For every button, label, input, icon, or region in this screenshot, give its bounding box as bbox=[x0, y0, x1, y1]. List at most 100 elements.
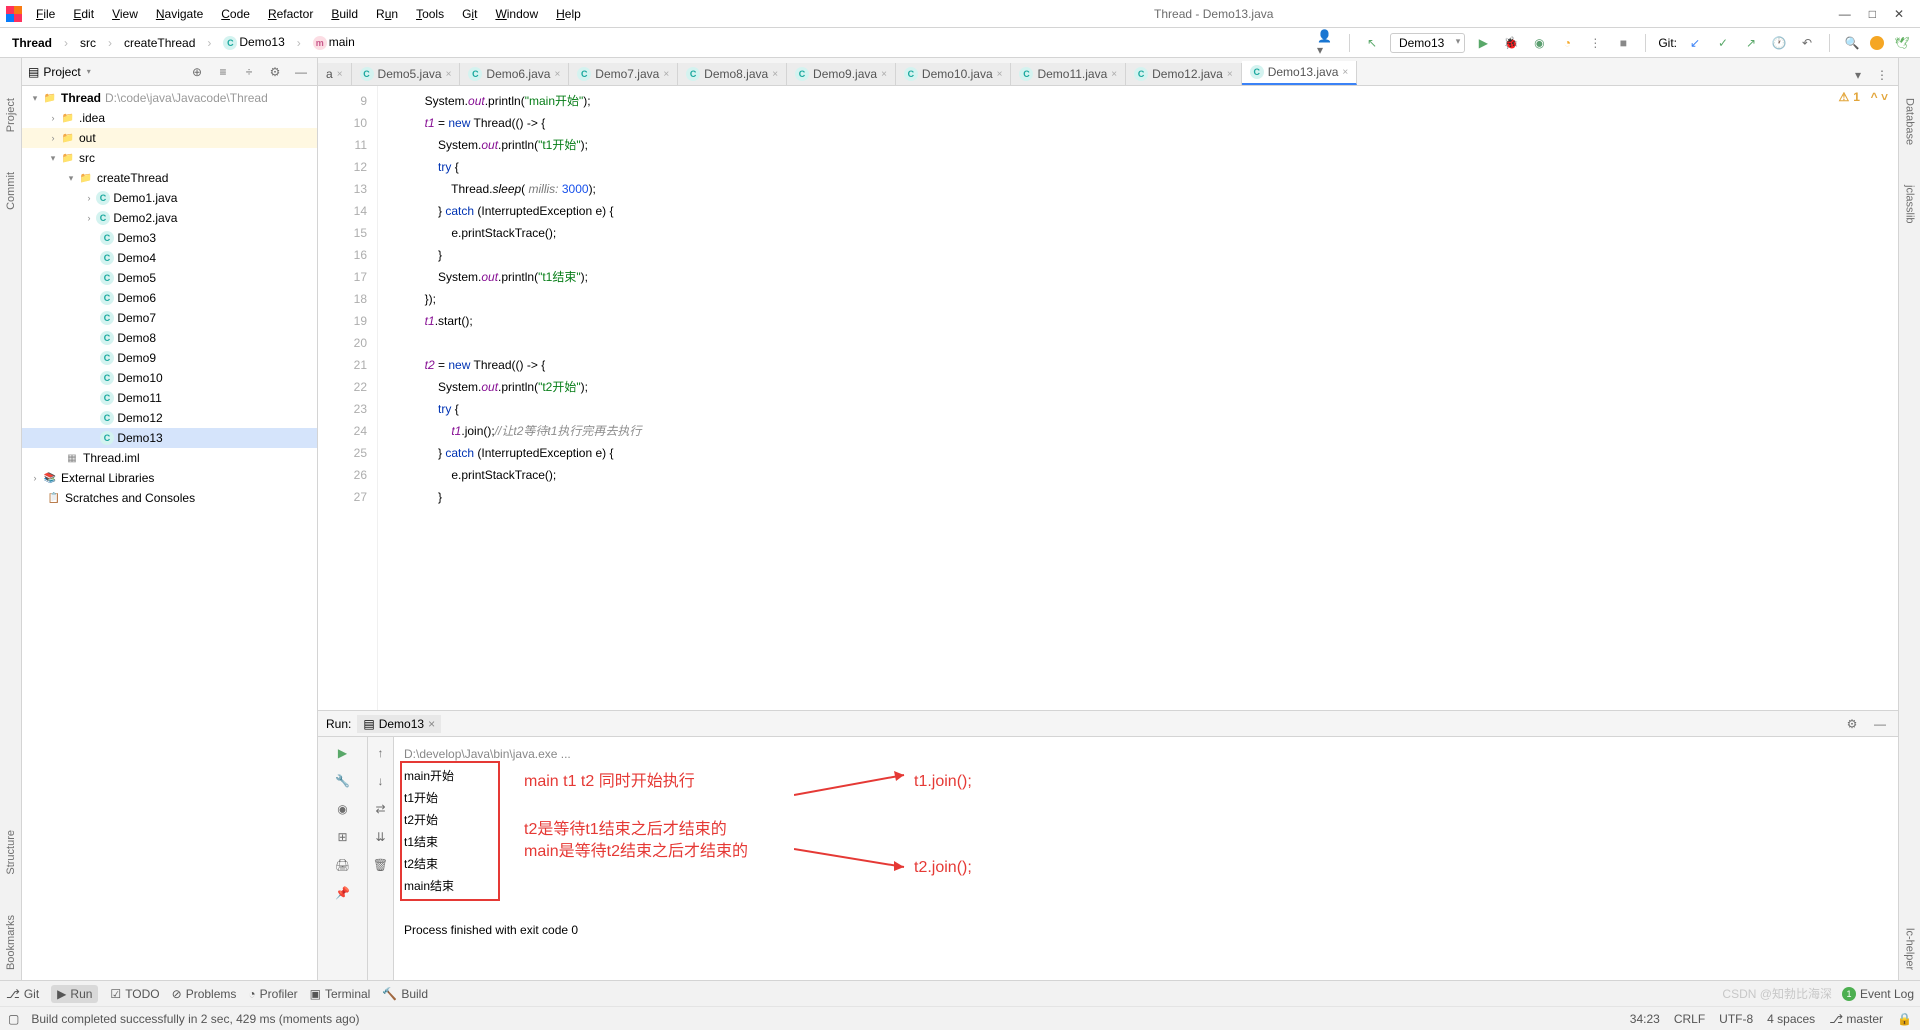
close-icon[interactable]: × bbox=[1227, 69, 1233, 80]
breadcrumb-src[interactable]: src bbox=[76, 34, 100, 52]
status-lock-icon[interactable]: 🔒 bbox=[1897, 1012, 1912, 1026]
close-icon[interactable]: ✕ bbox=[1894, 7, 1904, 21]
btab-eventlog[interactable]: 1 Event Log bbox=[1842, 985, 1914, 1002]
menu-view[interactable]: View bbox=[104, 5, 146, 23]
status-icon[interactable]: ▢ bbox=[8, 1012, 19, 1026]
tree-file[interactable]: C Demo8 bbox=[22, 328, 317, 348]
btab-profiler[interactable]: ◔ Profiler bbox=[248, 987, 297, 1001]
btab-git[interactable]: ⎇ Git bbox=[6, 987, 39, 1001]
stripe-structure[interactable]: Structure bbox=[5, 830, 17, 875]
menu-code[interactable]: Code bbox=[213, 5, 258, 23]
btab-build[interactable]: 🔨 Build bbox=[382, 987, 428, 1001]
tree-file[interactable]: ›C Demo2.java bbox=[22, 208, 317, 228]
menu-navigate[interactable]: Navigate bbox=[148, 5, 211, 23]
menu-tools[interactable]: Tools bbox=[408, 5, 452, 23]
tab[interactable]: CDemo5.java× bbox=[352, 63, 461, 85]
git-push-icon[interactable]: ↗ bbox=[1741, 33, 1761, 53]
back-icon[interactable]: ↖ bbox=[1362, 33, 1382, 53]
tree-ext-lib[interactable]: ›📚External Libraries bbox=[22, 468, 317, 488]
run-tab[interactable]: ▤ Demo13 × bbox=[357, 715, 441, 733]
close-icon[interactable]: × bbox=[997, 69, 1003, 80]
tree-file[interactable]: C Demo5 bbox=[22, 268, 317, 288]
close-icon[interactable]: × bbox=[554, 69, 560, 80]
stripe-ichelper[interactable]: lc-helper bbox=[1904, 928, 1916, 970]
status-indent[interactable]: 4 spaces bbox=[1767, 1012, 1815, 1026]
hide-icon[interactable]: — bbox=[291, 62, 311, 82]
stripe-jclasslib[interactable]: jclasslib bbox=[1904, 185, 1916, 224]
tree-out[interactable]: ›📁out bbox=[22, 128, 317, 148]
status-pos[interactable]: 34:23 bbox=[1630, 1012, 1660, 1026]
tree-pkg[interactable]: ▾📁createThread bbox=[22, 168, 317, 188]
scroll-icon[interactable]: ⇊ bbox=[371, 827, 391, 847]
tree-file[interactable]: ›C Demo1.java bbox=[22, 188, 317, 208]
stripe-database[interactable]: Database bbox=[1904, 98, 1916, 145]
tree-file[interactable]: C Demo9 bbox=[22, 348, 317, 368]
status-branch[interactable]: ⎇ master bbox=[1829, 1012, 1883, 1026]
git-commit-icon[interactable]: ✓ bbox=[1713, 33, 1733, 53]
tree-iml[interactable]: ▦Thread.iml bbox=[22, 448, 317, 468]
select-opened-icon[interactable]: ⊕ bbox=[187, 62, 207, 82]
btab-terminal[interactable]: ▣ Terminal bbox=[310, 987, 371, 1001]
tools-icon[interactable]: 🔧 bbox=[333, 771, 353, 791]
tree-file[interactable]: C Demo4 bbox=[22, 248, 317, 268]
menu-window[interactable]: Window bbox=[487, 5, 546, 23]
search-icon[interactable]: 🔍 bbox=[1842, 33, 1862, 53]
menu-edit[interactable]: Edit bbox=[65, 5, 102, 23]
tab[interactable]: CDemo8.java× bbox=[678, 63, 787, 85]
user-icon[interactable]: 👤▾ bbox=[1317, 33, 1337, 53]
tab[interactable]: CDemo10.java× bbox=[896, 63, 1012, 85]
profile-icon[interactable]: ◔ bbox=[1557, 33, 1577, 53]
breadcrumb-class[interactable]: CDemo13 bbox=[219, 33, 288, 52]
tree-file-active[interactable]: C Demo13 bbox=[22, 428, 317, 448]
menu-file[interactable]: File bbox=[28, 5, 63, 23]
btab-todo[interactable]: ☑ TODO bbox=[110, 987, 159, 1001]
tab[interactable]: CDemo9.java× bbox=[787, 63, 896, 85]
tab[interactable]: CDemo7.java× bbox=[569, 63, 678, 85]
menu-git[interactable]: Git bbox=[454, 5, 485, 23]
tab[interactable]: CDemo11.java× bbox=[1011, 63, 1126, 85]
filter-icon[interactable]: ◉ bbox=[333, 799, 353, 819]
menu-refactor[interactable]: Refactor bbox=[260, 5, 321, 23]
maximize-icon[interactable]: □ bbox=[1869, 7, 1876, 21]
close-icon[interactable]: × bbox=[772, 69, 778, 80]
stripe-bookmarks[interactable]: Bookmarks bbox=[5, 915, 17, 970]
warnings-indicator[interactable]: ⚠ 1 ^ ˅ bbox=[1839, 90, 1888, 104]
menu-run[interactable]: Run bbox=[368, 5, 406, 23]
tree-src[interactable]: ▾📁src bbox=[22, 148, 317, 168]
tab[interactable]: CDemo6.java× bbox=[460, 63, 569, 85]
git-update-icon[interactable]: ↙ bbox=[1685, 33, 1705, 53]
run-icon[interactable]: ▶ bbox=[1473, 33, 1493, 53]
hide-icon[interactable]: — bbox=[1870, 714, 1890, 734]
tree-file[interactable]: C Demo10 bbox=[22, 368, 317, 388]
menu-build[interactable]: Build bbox=[323, 5, 366, 23]
print-icon[interactable]: 🖨 bbox=[333, 855, 353, 875]
tab[interactable]: CDemo12.java× bbox=[1126, 63, 1242, 85]
status-lineend[interactable]: CRLF bbox=[1674, 1012, 1705, 1026]
console[interactable]: D:\develop\Java\bin\java.exe ... main开始 … bbox=[394, 737, 1898, 980]
down-icon[interactable]: ↓ bbox=[371, 771, 391, 791]
clear-icon[interactable]: 🗑 bbox=[371, 855, 391, 875]
tab-dropdown-icon[interactable]: ▾ bbox=[1848, 65, 1868, 85]
git-history-icon[interactable]: 🕐 bbox=[1769, 33, 1789, 53]
pin-icon[interactable]: 📌 bbox=[333, 883, 353, 903]
menu-help[interactable]: Help bbox=[548, 5, 589, 23]
close-icon[interactable]: × bbox=[446, 69, 452, 80]
tree-scratch[interactable]: 📋Scratches and Consoles bbox=[22, 488, 317, 508]
tree-root[interactable]: ▾📁ThreadD:\code\java\Javacode\Thread bbox=[22, 88, 317, 108]
btab-problems[interactable]: ⊘ Problems bbox=[172, 987, 237, 1001]
rerun-icon[interactable]: ▶ bbox=[333, 743, 353, 763]
up-icon[interactable]: ↑ bbox=[371, 743, 391, 763]
btab-run[interactable]: ▶ Run bbox=[51, 985, 98, 1003]
wrap-icon[interactable]: ⇄ bbox=[371, 799, 391, 819]
ide-update-icon[interactable] bbox=[1870, 36, 1884, 50]
gear-icon[interactable]: ⚙ bbox=[1842, 714, 1862, 734]
coverage-icon[interactable]: ◉ bbox=[1529, 33, 1549, 53]
expand-icon[interactable]: ≡ bbox=[213, 62, 233, 82]
avatar-icon[interactable]: 🕊 bbox=[1892, 33, 1912, 53]
breadcrumb-method[interactable]: mmain bbox=[309, 33, 359, 52]
status-encoding[interactable]: UTF-8 bbox=[1719, 1012, 1753, 1026]
minimize-icon[interactable]: — bbox=[1839, 7, 1851, 21]
run-config-select[interactable]: Demo13 bbox=[1390, 33, 1465, 53]
collapse-icon[interactable]: ÷ bbox=[239, 62, 259, 82]
project-title[interactable]: Project bbox=[43, 65, 90, 79]
